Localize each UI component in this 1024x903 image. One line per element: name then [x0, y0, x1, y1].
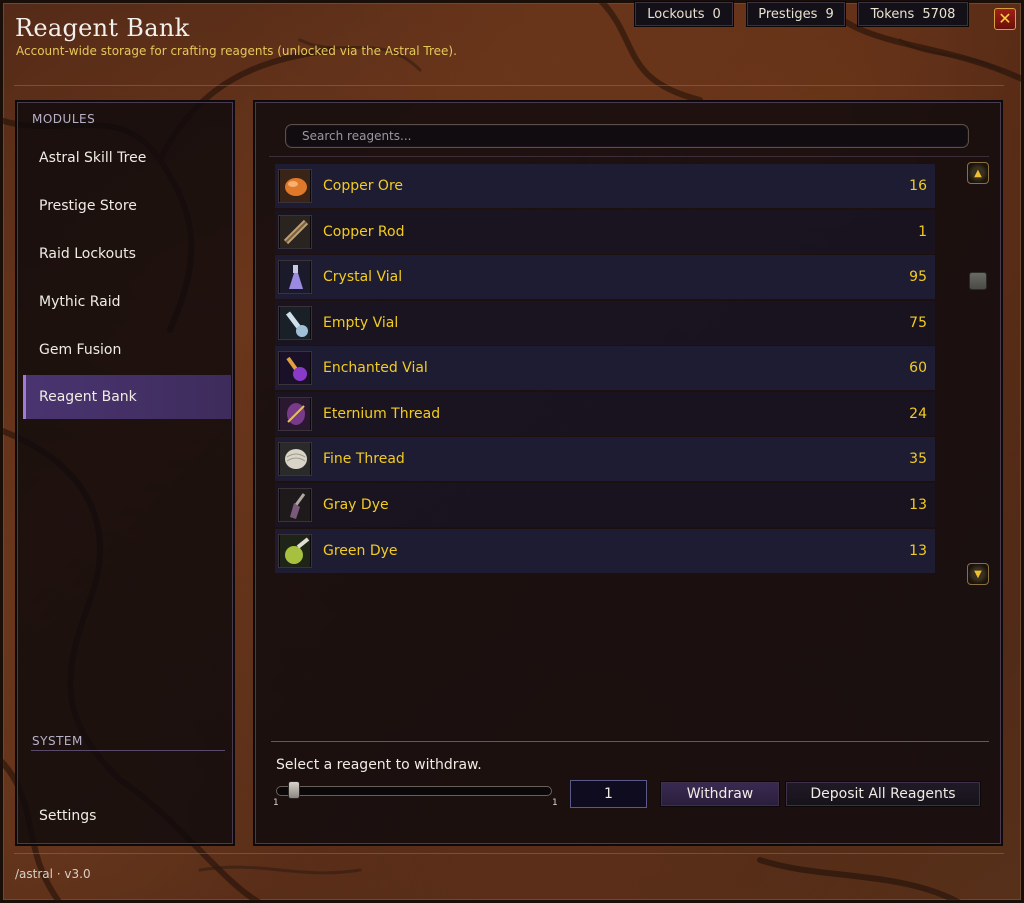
prestiges-label: Prestiges: [758, 6, 818, 22]
main-panel: Search reagents... Copper Ore 16 Copper …: [253, 100, 1003, 846]
chevron-down-icon: ▼: [974, 568, 982, 580]
close-button[interactable]: ✕: [994, 8, 1016, 30]
page-title: Reagent Bank: [15, 14, 190, 42]
deposit-all-button[interactable]: Deposit All Reagents: [785, 781, 981, 807]
reagent-qty: 60: [909, 360, 927, 376]
reagent-qty: 13: [909, 543, 927, 559]
list-item[interactable]: Green Dye 13: [275, 529, 935, 573]
prestiges-value: 9: [825, 6, 834, 22]
quantity-field[interactable]: 1: [570, 780, 647, 808]
lockouts-stat: Lockouts 0: [635, 2, 733, 26]
reagent-name: Empty Vial: [323, 315, 399, 331]
sidebar-item-label: Settings: [39, 808, 97, 824]
reagent-qty: 95: [909, 269, 927, 285]
empty-vial-icon: [279, 307, 311, 339]
search-input[interactable]: Search reagents...: [285, 124, 969, 148]
reagent-qty: 1: [918, 224, 927, 240]
page-subtitle: Account-wide storage for crafting reagen…: [16, 44, 457, 58]
reagent-name: Eternium Thread: [323, 406, 441, 422]
sidebar-item-astral-skill-tree[interactable]: Astral Skill Tree: [23, 136, 231, 180]
sidebar-item-reagent-bank[interactable]: Reagent Bank: [23, 375, 231, 419]
reagent-name: Copper Rod: [323, 224, 405, 240]
reagent-qty: 75: [909, 315, 927, 331]
sidebar-item-label: Astral Skill Tree: [39, 150, 147, 166]
scrollbar-thumb[interactable]: [969, 272, 987, 290]
reagent-name: Crystal Vial: [323, 269, 403, 285]
sidebar: MODULES Astral Skill Tree Prestige Store…: [15, 100, 235, 846]
reagent-name: Enchanted Vial: [323, 360, 428, 376]
footer-version: /astral · v3.0: [15, 867, 91, 881]
sidebar-item-prestige-store[interactable]: Prestige Store: [23, 184, 231, 228]
reagent-qty: 35: [909, 451, 927, 467]
lockouts-value: 0: [712, 6, 721, 22]
reagent-qty: 24: [909, 406, 927, 422]
copper-ore-icon: [279, 170, 311, 202]
enchanted-vial-icon: [279, 352, 311, 384]
gray-dye-icon: [279, 489, 311, 521]
list-item[interactable]: Empty Vial 75: [275, 301, 935, 345]
list-item[interactable]: Copper Ore 16: [275, 164, 935, 208]
tokens-value: 5708: [922, 6, 956, 22]
prestiges-stat: Prestiges 9: [747, 2, 845, 26]
close-icon: ✕: [998, 9, 1012, 28]
reagent-qty: 16: [909, 178, 927, 194]
reagent-name: Green Dye: [323, 543, 398, 559]
sidebar-item-settings[interactable]: Settings: [23, 794, 231, 838]
list-item[interactable]: Crystal Vial 95: [275, 255, 935, 299]
reagent-name: Fine Thread: [323, 451, 405, 467]
tokens-label: Tokens: [870, 6, 915, 22]
sidebar-item-raid-lockouts[interactable]: Raid Lockouts: [23, 232, 231, 276]
withdraw-prompt: Select a reagent to withdraw.: [276, 757, 482, 773]
system-divider: [31, 750, 225, 751]
sidebar-item-label: Mythic Raid: [39, 294, 121, 310]
system-heading: SYSTEM: [32, 734, 83, 748]
scroll-up-button[interactable]: ▲: [967, 162, 989, 184]
list-item[interactable]: Gray Dye 13: [275, 483, 935, 527]
withdraw-divider: [271, 741, 989, 742]
tokens-stat: Tokens 5708: [858, 2, 968, 26]
slider-max-label: 1: [552, 798, 558, 808]
list-item[interactable]: Fine Thread 35: [275, 437, 935, 481]
list-divider: [269, 156, 989, 157]
quantity-slider-thumb[interactable]: [288, 781, 300, 799]
eternium-thread-icon: [279, 398, 311, 430]
sidebar-item-label: Raid Lockouts: [39, 246, 136, 262]
reagent-name: Gray Dye: [323, 497, 389, 513]
chevron-up-icon: ▲: [974, 167, 982, 179]
slider-min-label: 1: [273, 798, 279, 808]
list-item[interactable]: Copper Rod 1: [275, 210, 935, 254]
fine-thread-icon: [279, 443, 311, 475]
list-item[interactable]: Enchanted Vial 60: [275, 346, 935, 390]
withdraw-button[interactable]: Withdraw: [660, 781, 780, 807]
crystal-vial-icon: [279, 261, 311, 293]
list-item[interactable]: Eternium Thread 24: [275, 392, 935, 436]
sidebar-item-label: Gem Fusion: [39, 342, 122, 358]
modules-heading: MODULES: [32, 112, 96, 126]
copper-rod-icon: [279, 216, 311, 248]
footer-divider: [14, 853, 1004, 854]
sidebar-item-gem-fusion[interactable]: Gem Fusion: [23, 328, 231, 372]
sidebar-item-label: Prestige Store: [39, 198, 137, 214]
scroll-down-button[interactable]: ▼: [967, 563, 989, 585]
header-divider: [14, 85, 1004, 86]
green-dye-icon: [279, 535, 311, 567]
quantity-slider[interactable]: [276, 786, 552, 796]
reagent-qty: 13: [909, 497, 927, 513]
sidebar-item-label: Reagent Bank: [39, 389, 137, 405]
sidebar-item-mythic-raid[interactable]: Mythic Raid: [23, 280, 231, 324]
reagent-name: Copper Ore: [323, 178, 404, 194]
lockouts-label: Lockouts: [647, 6, 705, 22]
